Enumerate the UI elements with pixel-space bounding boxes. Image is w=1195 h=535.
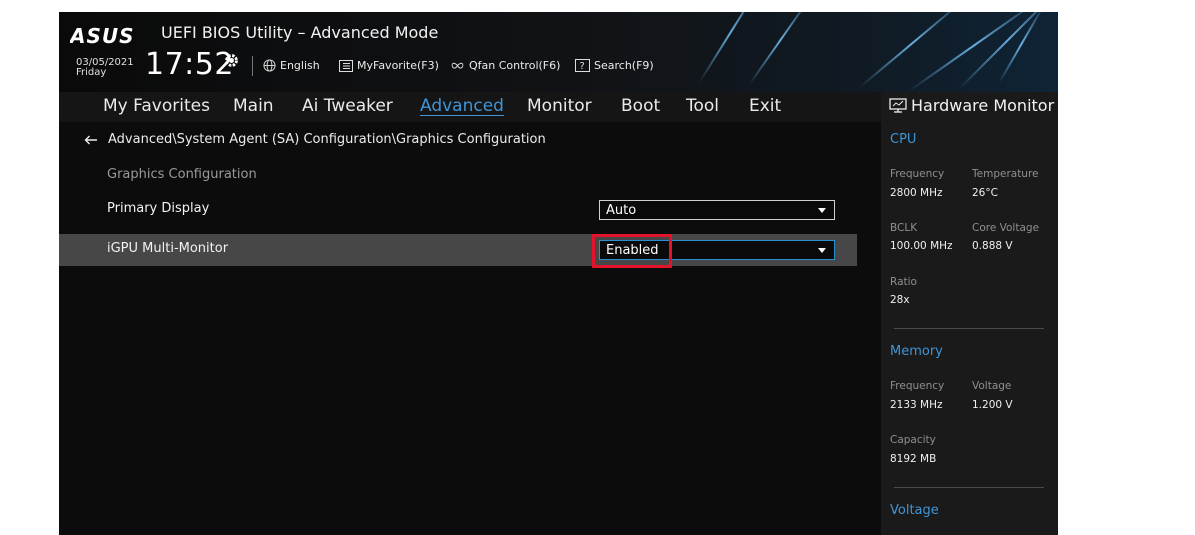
cpu-temperature-value: 26°C bbox=[972, 187, 998, 199]
weekday-text: Friday bbox=[76, 67, 107, 78]
bios-window: ASUS UEFI BIOS Utility – Advanced Mode 0… bbox=[59, 12, 1058, 535]
window-title: UEFI BIOS Utility – Advanced Mode bbox=[161, 23, 439, 42]
hardware-monitor-panel: Hardware Monitor CPU Frequency 2800 MHz … bbox=[881, 92, 1058, 535]
bclk-label: BCLK bbox=[890, 222, 918, 234]
tab-boot[interactable]: Boot bbox=[621, 96, 660, 116]
help-search-icon: ? bbox=[575, 59, 590, 72]
chevron-down-icon bbox=[818, 208, 826, 213]
gear-icon[interactable] bbox=[223, 52, 240, 69]
cpu-temperature-label: Temperature bbox=[972, 168, 1039, 180]
header-bar: ASUS UEFI BIOS Utility – Advanced Mode 0… bbox=[59, 12, 1058, 92]
asus-logo: ASUS bbox=[70, 25, 135, 47]
capacity-label: Capacity bbox=[890, 434, 936, 446]
tab-tool[interactable]: Tool bbox=[686, 96, 719, 116]
tab-monitor[interactable]: Monitor bbox=[527, 96, 592, 116]
setting-row-primary-display[interactable]: Primary Display Auto bbox=[59, 194, 857, 226]
svg-text:ASUS: ASUS bbox=[70, 25, 135, 47]
globe-icon bbox=[263, 59, 276, 72]
cpu-heading: CPU bbox=[890, 132, 917, 147]
main-menu-bar: My Favorites Main Ai Tweaker Advanced Mo… bbox=[59, 92, 881, 122]
bclk-value: 100.00 MHz bbox=[890, 240, 953, 252]
tab-exit[interactable]: Exit bbox=[749, 96, 781, 116]
cpu-frequency-label: Frequency bbox=[890, 168, 945, 180]
memory-frequency-value: 2133 MHz bbox=[890, 399, 943, 411]
myfavorite-button[interactable]: MyFavorite(F3) bbox=[339, 59, 439, 72]
back-arrow-icon[interactable] bbox=[84, 135, 98, 145]
tab-main[interactable]: Main bbox=[233, 96, 274, 116]
hardware-monitor-title: Hardware Monitor bbox=[889, 96, 1054, 115]
tab-my-favorites[interactable]: My Favorites bbox=[103, 96, 210, 116]
date-display: 03/05/2021 Friday bbox=[76, 58, 134, 78]
svg-text:?: ? bbox=[580, 61, 585, 72]
voltage-heading: Voltage bbox=[890, 503, 939, 518]
breadcrumb-path: Advanced\System Agent (SA) Configuration… bbox=[108, 132, 546, 147]
capacity-value: 8192 MB bbox=[890, 453, 937, 465]
setting-label: iGPU Multi-Monitor bbox=[107, 241, 229, 256]
language-label: English bbox=[280, 59, 320, 72]
myfavorite-label: MyFavorite(F3) bbox=[357, 59, 439, 72]
memory-frequency-label: Frequency bbox=[890, 380, 945, 392]
setting-label: Primary Display bbox=[107, 201, 210, 216]
fan-icon bbox=[451, 62, 464, 69]
dropdown-value: Auto bbox=[606, 203, 637, 218]
chevron-down-icon bbox=[818, 248, 826, 253]
breadcrumb: Advanced\System Agent (SA) Configuration… bbox=[84, 132, 546, 147]
language-button[interactable]: English bbox=[263, 59, 320, 72]
favorite-list-icon bbox=[339, 59, 353, 72]
memory-voltage-label: Voltage bbox=[972, 380, 1012, 392]
clock-time: 17:52 bbox=[145, 47, 234, 82]
setting-row-igpu-multi-monitor[interactable]: iGPU Multi-Monitor Enabled bbox=[59, 234, 857, 266]
panel-divider bbox=[894, 328, 1044, 329]
core-voltage-label: Core Voltage bbox=[972, 222, 1040, 234]
tab-ai-tweaker[interactable]: Ai Tweaker bbox=[302, 96, 393, 116]
primary-display-dropdown[interactable]: Auto bbox=[599, 200, 835, 220]
ratio-value: 28x bbox=[890, 294, 910, 306]
memory-heading: Memory bbox=[890, 344, 943, 359]
section-title: Graphics Configuration bbox=[107, 167, 257, 182]
search-button[interactable]: ? Search(F9) bbox=[575, 59, 654, 72]
hardware-monitor-label: Hardware Monitor bbox=[911, 96, 1055, 115]
highlight-box bbox=[592, 234, 672, 268]
cpu-frequency-value: 2800 MHz bbox=[890, 187, 943, 199]
ratio-label: Ratio bbox=[890, 276, 917, 288]
search-label: Search(F9) bbox=[594, 59, 654, 72]
memory-voltage-value: 1.200 V bbox=[972, 399, 1013, 411]
header-divider bbox=[252, 56, 253, 76]
panel-divider bbox=[894, 487, 1044, 488]
qfan-button[interactable]: Qfan Control(F6) bbox=[450, 59, 560, 72]
core-voltage-value: 0.888 V bbox=[972, 240, 1013, 252]
tab-advanced[interactable]: Advanced bbox=[420, 96, 504, 116]
monitor-icon bbox=[889, 98, 907, 113]
qfan-label: Qfan Control(F6) bbox=[469, 59, 561, 72]
